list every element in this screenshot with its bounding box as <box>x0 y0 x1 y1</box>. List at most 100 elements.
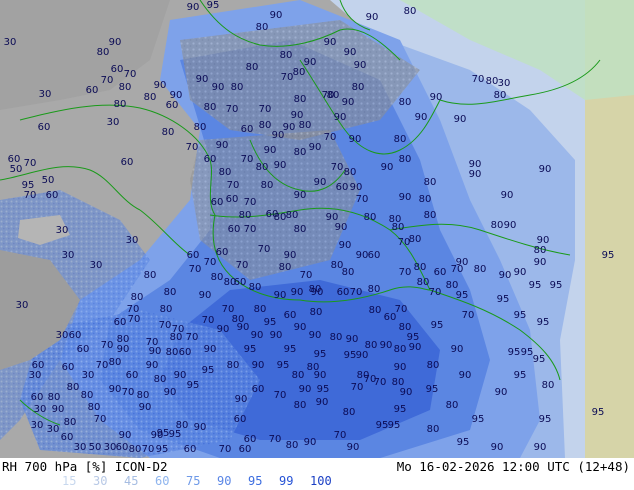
contour-label: 80 <box>231 82 244 93</box>
contour-label: 80 <box>399 97 412 108</box>
contour-label: 90 <box>409 342 422 353</box>
contour-label: 70 <box>331 162 344 173</box>
contour-label: 30 <box>104 442 117 453</box>
contour-label: 60 <box>77 344 90 355</box>
contour-label: 60 <box>234 414 247 425</box>
contour-label: 60 <box>61 432 74 443</box>
contour-label: 60 <box>204 154 217 165</box>
contour-label: 90 <box>354 60 367 71</box>
contour-label: 90 <box>216 140 229 151</box>
contour-label: 90 <box>366 12 379 23</box>
contour-label: 90 <box>274 160 287 171</box>
contour-label: 80 <box>491 220 504 231</box>
contour-label: 30 <box>56 225 69 236</box>
contour-label: 70 <box>334 430 347 441</box>
contour-label: 80 <box>160 304 173 315</box>
contour-label: 90 <box>270 10 283 21</box>
contour-label: 60 <box>226 194 239 205</box>
contour-label: 60 <box>111 64 124 75</box>
contour-label: 80 <box>419 194 432 205</box>
contour-label: 80 <box>486 76 499 87</box>
contour-label: 80 <box>48 392 61 403</box>
contour-label: 70 <box>124 69 137 80</box>
contour-label: 70 <box>274 390 287 401</box>
contour-label: 90 <box>235 394 248 405</box>
contour-label: 30 <box>16 300 29 311</box>
contour-label: 80 <box>424 177 437 188</box>
contour-label: 80 <box>343 407 356 418</box>
contour-label: 80 <box>254 304 267 315</box>
contour-label: 95 <box>514 310 527 321</box>
valid-time: Mo 16-02-2026 12:00 UTC (12+48) <box>396 459 630 474</box>
contour-label: 70 <box>227 180 240 191</box>
contour-label: 80 <box>259 120 272 131</box>
contour-label: 90 <box>459 370 472 381</box>
contour-label: 90 <box>283 122 296 133</box>
legend-item-99: 99 <box>279 474 294 488</box>
contour-label: 60 <box>38 122 51 133</box>
contour-label: 80 <box>239 210 252 221</box>
contour-label: 90 <box>109 384 122 395</box>
contour-label: 30 <box>29 370 42 381</box>
contour-label: 70 <box>258 244 271 255</box>
contour-label: 90 <box>399 192 412 203</box>
contour-label: 70 <box>202 315 215 326</box>
contour-label: 30 <box>4 37 17 48</box>
contour-label: 90 <box>534 442 547 453</box>
contour-label: 70 <box>259 104 272 115</box>
contour-label: 90 <box>304 437 317 448</box>
contour-label: 90 <box>309 142 322 153</box>
contour-label: 80 <box>109 357 122 368</box>
contour-label: 90 <box>304 57 317 68</box>
contour-label: 90 <box>339 240 352 251</box>
map-footer: RH 700 hPa [%] ICON-D2 Mo 16-02-2026 12:… <box>0 458 634 490</box>
contour-label: 70 <box>324 132 337 143</box>
contour-label: 90 <box>495 387 508 398</box>
contour-label: 90 <box>350 182 363 193</box>
contour-label: 90 <box>514 267 527 278</box>
contour-label: 90 <box>347 442 360 453</box>
contour-label: 95 <box>539 414 552 425</box>
contour-label: 70 <box>244 224 257 235</box>
contour-label: 70 <box>204 257 217 268</box>
contour-label: 90 <box>454 114 467 125</box>
contour-label: 70 <box>350 287 363 298</box>
contour-label: 60 <box>31 392 44 403</box>
contour-label: 80 <box>227 360 240 371</box>
contour-label: 80 <box>364 212 377 223</box>
contour-label: 70 <box>219 444 232 455</box>
contour-label: 90 <box>316 397 329 408</box>
contour-label: 80 <box>294 400 307 411</box>
contour-label: 80 <box>154 374 167 385</box>
contour-label: 80 <box>256 22 269 33</box>
contour-label: 95 <box>244 344 257 355</box>
contour-label: 90 <box>534 257 547 268</box>
contour-label: 70 <box>472 74 485 85</box>
contour-label: 80 <box>424 210 437 221</box>
contour-label: 80 <box>194 122 207 133</box>
legend-item-60: 60 <box>155 474 170 488</box>
contour-label: 95 <box>277 360 290 371</box>
contour-label: 80 <box>219 167 232 178</box>
contour-label: 90 <box>212 82 225 93</box>
contour-label: 80 <box>81 390 94 401</box>
contour-label: 80 <box>294 94 307 105</box>
contour-label: 70 <box>241 154 254 165</box>
contour-label: 90 <box>151 430 164 441</box>
contour-label: 90 <box>217 324 230 335</box>
contour-label: 60 <box>434 267 447 278</box>
contour-label: 60 <box>166 100 179 111</box>
contour-label: 90 <box>342 97 355 108</box>
contour-label: 80 <box>246 62 259 73</box>
contour-label: 80 <box>392 222 405 233</box>
contour-label: 90 <box>264 145 277 156</box>
contour-label: 60 <box>46 190 59 201</box>
contour-label: 60 <box>337 287 350 298</box>
contour-label: 90 <box>251 330 264 341</box>
contour-label: 95 <box>472 414 485 425</box>
legend-item-75: 75 <box>186 474 201 488</box>
contour-label: 90 <box>451 344 464 355</box>
contour-label: 80 <box>446 400 459 411</box>
contour-label: 95 <box>376 420 389 431</box>
contour-label: 80 <box>292 370 305 381</box>
